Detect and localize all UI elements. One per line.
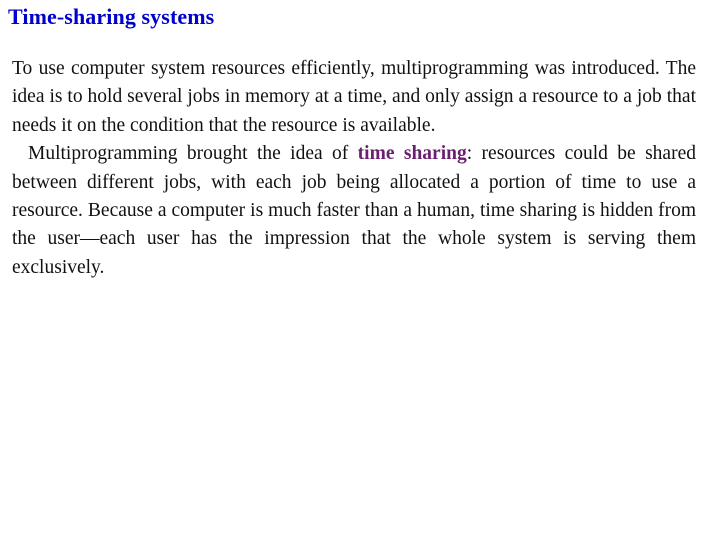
paragraph-time-sharing: Multiprogramming brought the idea of tim… [12,140,696,282]
highlighted-term: time sharing [357,143,467,165]
paragraph-multiprogramming: To use computer system resources efficie… [12,58,696,136]
paragraph-text-before-term: Multiprogramming brought the idea of [28,143,358,165]
slide-body: To use computer system resources efficie… [12,55,696,282]
slide-title: Time-sharing systems [8,4,215,29]
